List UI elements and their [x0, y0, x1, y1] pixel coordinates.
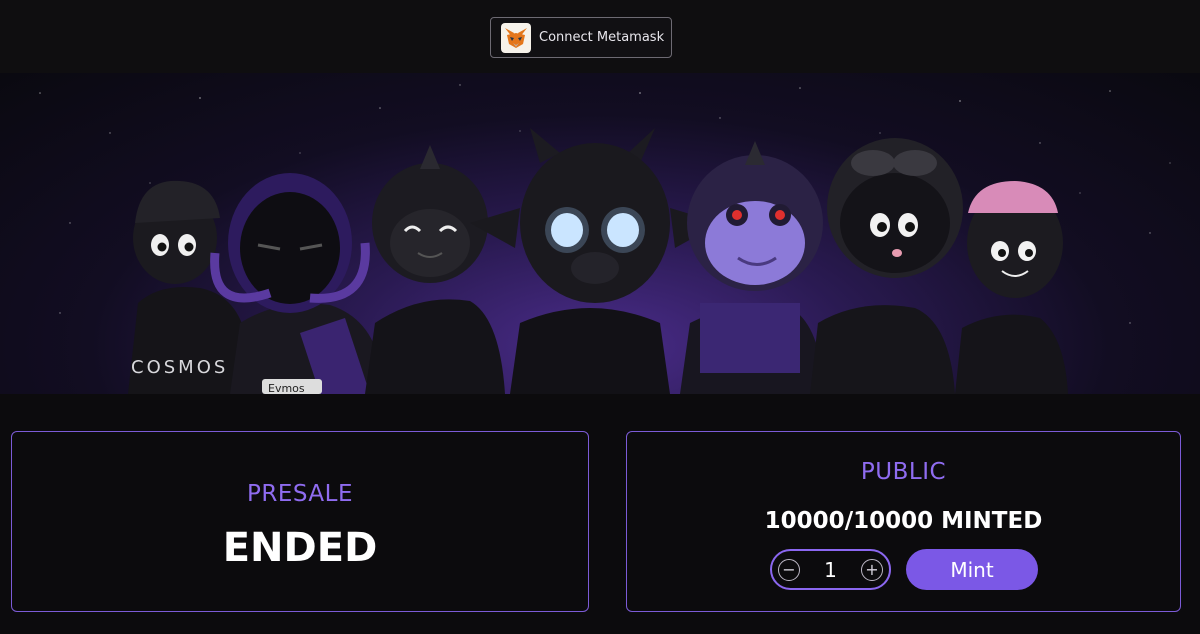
character-purple-face — [680, 141, 825, 394]
mint-button[interactable]: Mint — [906, 549, 1038, 590]
presale-label: PRESALE — [247, 481, 353, 507]
character-diver: Evmos — [210, 173, 385, 394]
cosmos-shirt-text: COSMOS — [131, 357, 228, 378]
public-card: PUBLIC 10000/10000 MINTED − 1 + Mint — [626, 431, 1181, 612]
character-cap: COSMOS — [128, 180, 250, 394]
character-spike-happy — [365, 145, 505, 394]
decrement-button[interactable]: − — [778, 558, 800, 581]
quantity-stepper: − 1 + — [770, 549, 891, 590]
quantity-value: 1 — [824, 557, 837, 582]
evmos-badge-text: Evmos — [268, 382, 305, 394]
connect-metamask-button[interactable]: Connect Metamask — [490, 17, 672, 58]
presale-status: ENDED — [222, 525, 378, 571]
public-label: PUBLIC — [860, 459, 947, 485]
character-center-glow — [470, 128, 720, 394]
metamask-fox-icon — [501, 22, 531, 53]
presale-card: PRESALE ENDED — [11, 431, 589, 612]
top-bar: Connect Metamask — [0, 0, 1200, 73]
increment-button[interactable]: + — [860, 558, 883, 581]
character-goggles — [810, 138, 963, 394]
minted-count: 10000/10000 MINTED — [764, 508, 1043, 534]
connect-metamask-label: Connect Metamask — [539, 30, 665, 45]
hero-banner-image: COSMOS Evmos — [0, 73, 1200, 394]
character-beanie — [955, 181, 1068, 394]
